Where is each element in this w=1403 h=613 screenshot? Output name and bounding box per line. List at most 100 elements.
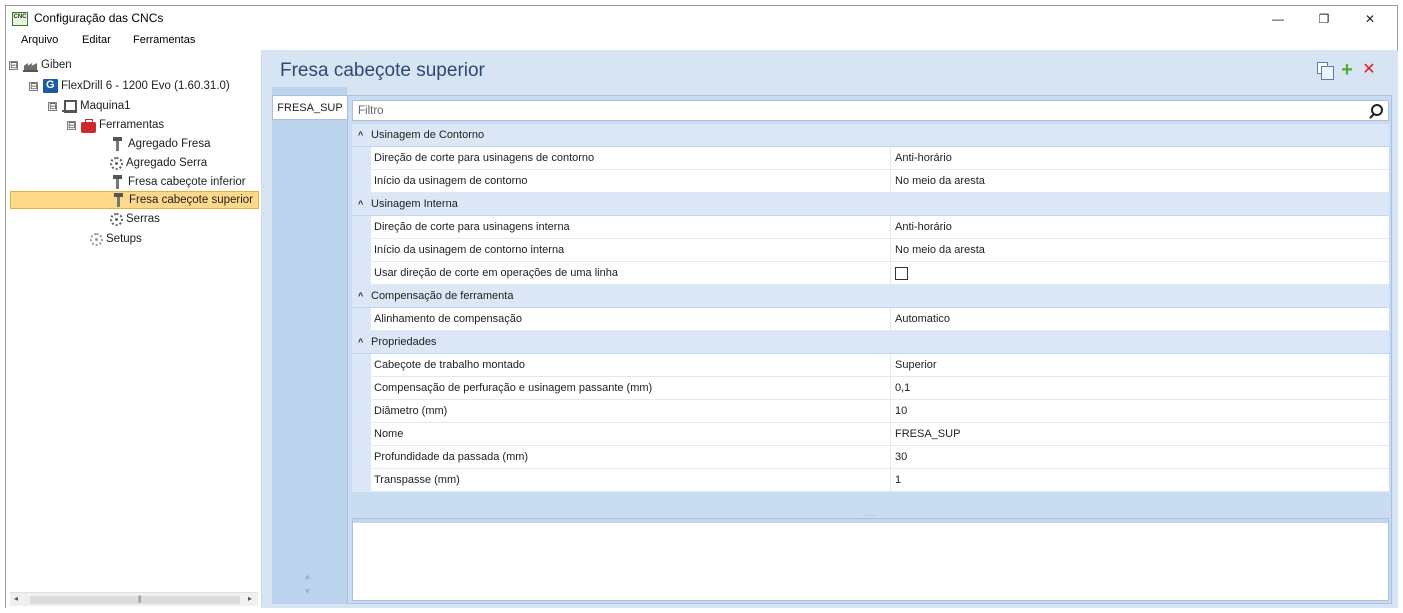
property-grid: ^ Usinagem de Contorno Direção de corte … <box>352 124 1389 492</box>
maximize-button[interactable]: ❐ <box>1301 6 1347 31</box>
property-name: Alinhamento de compensação <box>371 308 891 330</box>
property-value[interactable]: 30 <box>891 446 1389 468</box>
tab-scroll-up-icon[interactable]: ▴ <box>305 571 310 582</box>
delete-icon[interactable]: ✕ <box>1361 62 1377 78</box>
property-value[interactable]: 10 <box>891 400 1389 422</box>
collapse-icon[interactable]: ⊟ <box>9 60 18 70</box>
property-value[interactable]: No meio da aresta <box>891 239 1389 261</box>
property-value <box>891 262 1389 284</box>
tree-node-label: Fresa cabeçote inferior <box>128 176 246 188</box>
add-icon[interactable]: + <box>1339 60 1355 80</box>
category-usinagem-contorno[interactable]: ^ Usinagem de Contorno <box>352 124 1389 147</box>
tree-node-fresa-inferior[interactable]: Fresa cabeçote inferior <box>110 173 246 191</box>
tree-node-label: Maquina1 <box>80 100 131 112</box>
property-row[interactable]: Cabeçote de trabalho montado Superior <box>352 354 1389 377</box>
tree-node-serras[interactable]: Serras <box>110 210 160 228</box>
minimize-button[interactable]: — <box>1255 6 1301 31</box>
scroll-thumb[interactable] <box>30 596 240 604</box>
close-button[interactable]: ✕ <box>1347 6 1393 31</box>
property-value[interactable]: Anti-horário <box>891 147 1389 169</box>
tree-node-giben[interactable]: ⊟ Giben <box>9 56 72 74</box>
description-area <box>352 518 1389 601</box>
saw-icon <box>110 156 123 170</box>
property-value[interactable]: 1 <box>891 469 1389 491</box>
collapse-chevron-icon[interactable]: ^ <box>352 130 371 140</box>
tree-node-label: Agregado Fresa <box>128 138 211 150</box>
menu-editar[interactable]: Editar <box>82 34 111 46</box>
menu-arquivo[interactable]: Arquivo <box>21 34 58 46</box>
collapse-icon[interactable]: ⊟ <box>48 101 57 111</box>
scroll-left-icon[interactable]: ◂ <box>14 594 18 603</box>
machine-icon <box>62 99 77 113</box>
tree-node-label: FlexDrill 6 - 1200 Evo (1.60.31.0) <box>61 80 230 92</box>
tab-scroll-down-icon[interactable]: ▾ <box>305 586 310 597</box>
property-row[interactable]: Alinhamento de compensação Automatico <box>352 308 1389 331</box>
search-icon[interactable] <box>1371 104 1383 116</box>
category-label: Propriedades <box>371 336 437 348</box>
title-bar: CNC Configuração das CNCs — ❐ ✕ <box>6 6 1397 31</box>
tree-node-label: Fresa cabeçote superior <box>129 194 254 206</box>
collapse-icon[interactable]: ⊟ <box>67 120 76 130</box>
menu-ferramentas[interactable]: Ferramentas <box>133 34 195 46</box>
cnc-app-icon: CNC <box>12 12 28 26</box>
property-row[interactable]: Profundidade da passada (mm) 30 <box>352 446 1389 469</box>
property-name: Nome <box>371 423 891 445</box>
property-value[interactable]: Superior <box>891 354 1389 376</box>
collapse-chevron-icon[interactable]: ^ <box>352 291 371 301</box>
property-row[interactable]: Início da usinagem de contorno No meio d… <box>352 170 1389 193</box>
tab-fresa-sup[interactable]: FRESA_SUP <box>272 95 347 120</box>
property-name: Usar direção de corte em operações de um… <box>371 262 891 284</box>
property-row[interactable]: Transpasse (mm) 1 <box>352 469 1389 492</box>
tree-node-fresa-superior[interactable]: Fresa cabeçote superior <box>10 191 259 209</box>
tree-node-label: Giben <box>41 59 72 71</box>
tree-node-label: Setups <box>106 233 142 245</box>
property-row[interactable]: Diâmetro (mm) 10 <box>352 400 1389 423</box>
category-compensacao[interactable]: ^ Compensação de ferramenta <box>352 285 1389 308</box>
property-value[interactable]: Anti-horário <box>891 216 1389 238</box>
property-name: Direção de corte para usinagens interna <box>371 216 891 238</box>
tree-node-agregado-fresa[interactable]: Agregado Fresa <box>110 135 210 153</box>
mill-icon <box>110 175 125 189</box>
property-name: Direção de corte para usinagens de conto… <box>371 147 891 169</box>
machine-tree: ⊟ Giben ⊟ FlexDrill 6 - 1200 Evo (1.60.3… <box>6 50 262 608</box>
property-name: Profundidade da passada (mm) <box>371 446 891 468</box>
property-row[interactable]: Início da usinagem de contorno interna N… <box>352 239 1389 262</box>
menu-bar: Arquivo Editar Ferramentas <box>6 31 1397 50</box>
collapse-chevron-icon[interactable]: ^ <box>352 199 371 209</box>
tree-node-flexdrill[interactable]: ⊟ FlexDrill 6 - 1200 Evo (1.60.31.0) <box>29 77 230 95</box>
tree-horizontal-scrollbar[interactable]: ◂ ||| ▸ <box>10 592 258 606</box>
property-row[interactable]: Usar direção de corte em operações de um… <box>352 262 1389 285</box>
property-value[interactable]: 0,1 <box>891 377 1389 399</box>
property-value[interactable]: Automatico <box>891 308 1389 330</box>
page-title: Fresa cabeçote superior <box>280 60 485 81</box>
copy-icon[interactable] <box>1317 62 1334 80</box>
property-name: Início da usinagem de contorno interna <box>371 239 891 261</box>
gear-icon <box>90 232 103 246</box>
tree-node-ferramentas[interactable]: ⊟ Ferramentas <box>67 116 164 134</box>
mill-icon <box>110 137 125 151</box>
property-row[interactable]: Direção de corte para usinagens interna … <box>352 216 1389 239</box>
scroll-right-icon[interactable]: ▸ <box>248 594 252 603</box>
property-value[interactable]: FRESA_SUP <box>891 423 1389 445</box>
tree-node-setups[interactable]: Setups <box>90 230 142 248</box>
flexdrill-icon <box>43 79 58 93</box>
saw-icon <box>110 212 123 226</box>
property-row[interactable]: Nome FRESA_SUP <box>352 423 1389 446</box>
single-line-direction-checkbox[interactable] <box>895 266 908 280</box>
category-usinagem-interna[interactable]: ^ Usinagem Interna <box>352 193 1389 216</box>
property-row[interactable]: Direção de corte para usinagens de conto… <box>352 147 1389 170</box>
collapse-chevron-icon[interactable]: ^ <box>352 337 371 347</box>
tool-detail-panel: Fresa cabeçote superior + ✕ FRESA_SUP ▴ … <box>262 50 1398 608</box>
tree-node-agregado-serra[interactable]: Agregado Serra <box>110 154 207 172</box>
collapse-icon[interactable]: ⊟ <box>29 81 38 91</box>
tree-node-maquina1[interactable]: ⊟ Maquina1 <box>48 97 131 115</box>
category-propriedades[interactable]: ^ Propriedades <box>352 331 1389 354</box>
property-name: Cabeçote de trabalho montado <box>371 354 891 376</box>
category-label: Usinagem de Contorno <box>371 129 485 141</box>
property-row[interactable]: Compensação de perfuração e usinagem pas… <box>352 377 1389 400</box>
property-value[interactable]: No meio da aresta <box>891 170 1389 192</box>
toolbox-icon <box>81 118 96 133</box>
factory-icon <box>23 58 38 72</box>
filter-box <box>352 100 1389 121</box>
filter-input[interactable] <box>353 101 1353 120</box>
